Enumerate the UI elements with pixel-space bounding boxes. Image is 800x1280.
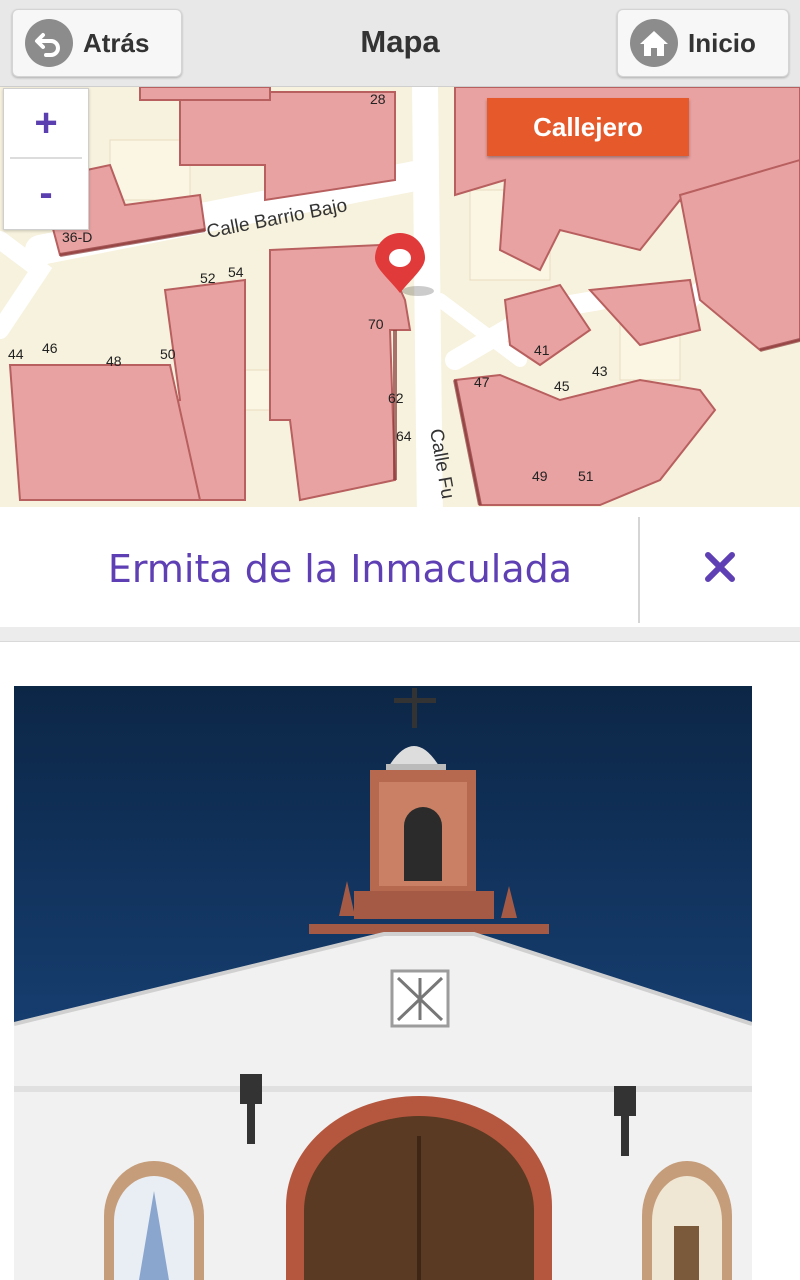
house-number: 28: [370, 91, 386, 107]
house-number: 70: [368, 316, 384, 332]
back-arrow-icon: [25, 19, 73, 67]
house-number: 64: [396, 428, 412, 444]
zoom-in-button[interactable]: +: [4, 89, 88, 157]
divider: [638, 517, 640, 623]
house-number: 45: [554, 378, 570, 394]
poi-info-bar: Ermita de la Inmaculada: [0, 507, 800, 628]
house-number: 54: [228, 264, 244, 280]
house-number: 41: [534, 342, 550, 358]
poi-photo: [14, 686, 752, 1280]
house-number: 36-D: [62, 229, 92, 245]
page-title: Mapa: [360, 24, 440, 59]
house-number: 47: [474, 374, 490, 390]
house-number: 49: [532, 468, 548, 484]
close-button[interactable]: [690, 537, 750, 597]
back-button[interactable]: Atrás: [12, 9, 182, 77]
house-number: 50: [160, 346, 176, 362]
house-number: 48: [106, 353, 122, 369]
house-number: 43: [592, 363, 608, 379]
home-button[interactable]: Inicio: [617, 9, 789, 77]
house-number: 51: [578, 468, 594, 484]
home-button-label: Inicio: [688, 27, 756, 58]
house-number: 44: [8, 346, 24, 362]
zoom-out-button[interactable]: -: [4, 159, 88, 227]
poi-title[interactable]: Ermita de la Inmaculada: [0, 547, 680, 591]
close-icon: [705, 552, 735, 582]
separator: [0, 627, 800, 642]
zoom-control: + -: [3, 88, 89, 230]
house-number: 62: [388, 390, 404, 406]
back-button-label: Atrás: [83, 27, 150, 58]
house-number: 46: [42, 340, 58, 356]
callejero-layer-button[interactable]: Callejero: [487, 98, 689, 156]
home-icon: [630, 19, 678, 67]
house-number: 52: [200, 270, 216, 286]
top-bar: Atrás Mapa Inicio: [0, 0, 800, 87]
